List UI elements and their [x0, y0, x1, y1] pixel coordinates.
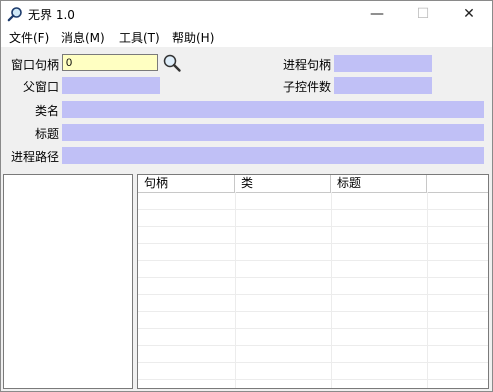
grid-line	[138, 328, 488, 329]
window-title: 无界 1.0	[28, 8, 75, 22]
app-window: 无界 1.0 — ☐ ✕ 文件(F) 消息(M) 工具(T) 帮助(H) 窗口句…	[0, 0, 493, 392]
menu-help[interactable]: 帮助(H)	[172, 29, 214, 46]
magnifier-icon	[7, 7, 22, 22]
close-button[interactable]: ✕	[446, 1, 492, 27]
window-list[interactable]: 句柄 类 标题	[137, 174, 489, 389]
grid-line	[138, 209, 488, 210]
title-bar: 无界 1.0 — ☐ ✕	[1, 1, 492, 27]
close-icon: ✕	[463, 6, 475, 22]
child-count-field	[334, 77, 432, 94]
menu-message[interactable]: 消息(M)	[61, 29, 105, 46]
minimize-button[interactable]: —	[354, 1, 400, 27]
class-name-field	[62, 101, 484, 118]
process-handle-label: 进程句柄	[282, 58, 331, 72]
title-label: 标题	[34, 127, 59, 141]
column-header-handle[interactable]: 句柄	[138, 175, 235, 192]
menu-bar: 文件(F) 消息(M) 工具(T) 帮助(H)	[1, 27, 492, 47]
grid-line	[138, 379, 488, 380]
title-field	[62, 124, 484, 141]
process-path-label: 进程路径	[10, 150, 59, 164]
grid-line	[138, 311, 488, 312]
parent-window-field	[62, 77, 160, 94]
grid-line	[138, 226, 488, 227]
maximize-icon: ☐	[416, 6, 430, 22]
window-tree[interactable]	[3, 174, 133, 389]
grid-line	[138, 243, 488, 244]
window-handle-input[interactable]	[62, 54, 158, 71]
find-window-button[interactable]	[162, 53, 182, 73]
window-handle-label: 窗口句柄	[10, 58, 59, 72]
class-name-label: 类名	[34, 104, 59, 118]
column-header-title[interactable]: 标题	[331, 175, 427, 192]
menu-file[interactable]: 文件(F)	[9, 29, 49, 46]
grid-line	[138, 277, 488, 278]
minimize-icon: —	[370, 6, 384, 22]
grid-line	[235, 192, 236, 388]
grid-line	[138, 260, 488, 261]
grid-line	[138, 362, 488, 363]
column-header-class[interactable]: 类	[235, 175, 331, 192]
list-header: 句柄 类 标题	[138, 175, 488, 193]
process-handle-field	[334, 55, 432, 72]
grid-line	[138, 345, 488, 346]
child-count-label: 子控件数	[282, 80, 331, 94]
grid-line	[427, 192, 428, 388]
grid-line	[331, 192, 332, 388]
menu-tools[interactable]: 工具(T)	[119, 29, 160, 46]
process-path-field	[62, 147, 484, 164]
maximize-button[interactable]: ☐	[400, 1, 446, 27]
parent-window-label: 父窗口	[22, 80, 59, 94]
grid-line	[138, 294, 488, 295]
